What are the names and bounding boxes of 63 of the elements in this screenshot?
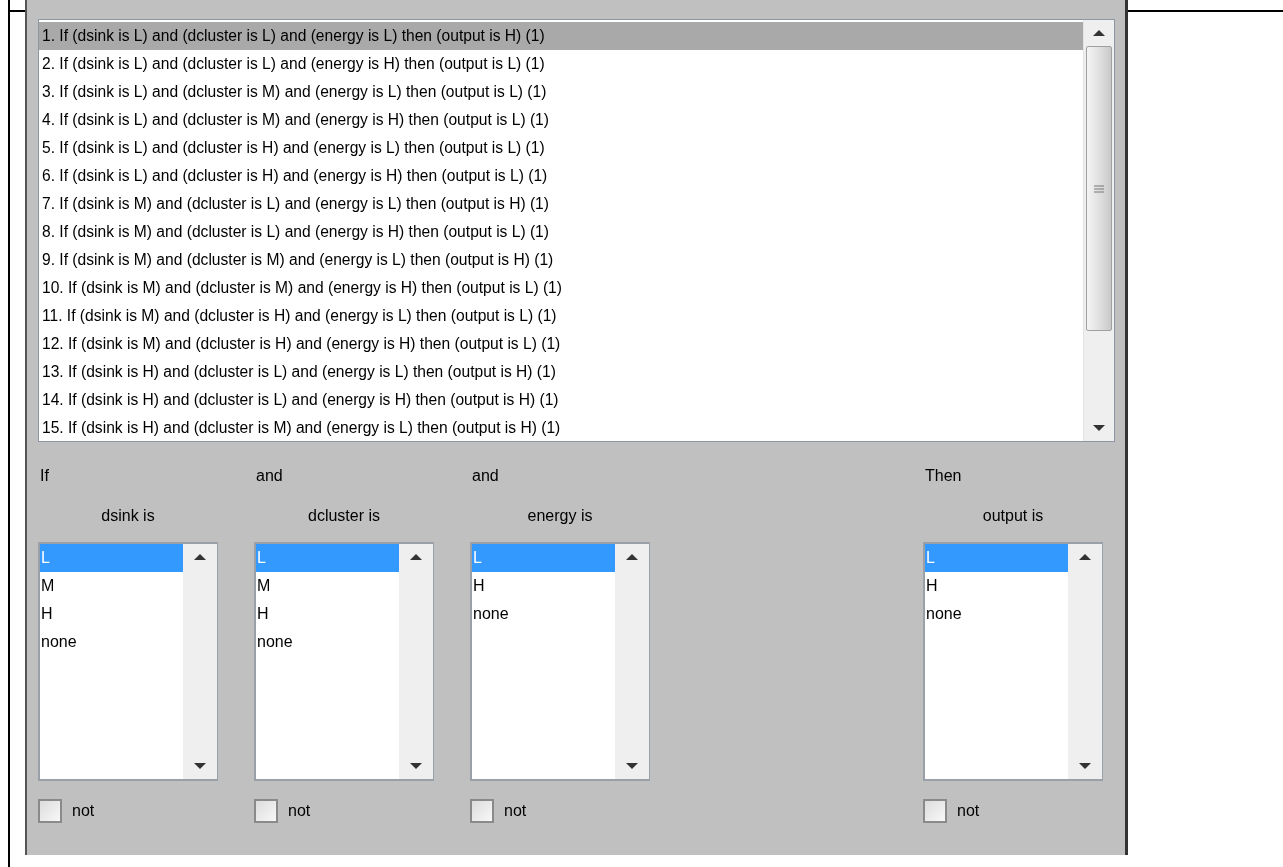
rule-item[interactable]: 8. If (dsink is M) and (dcluster is L) and (energy is H) then (output is L) (1) xyxy=(39,218,1083,246)
membership-list[interactable]: L M H none xyxy=(38,542,218,781)
list-option[interactable]: none xyxy=(40,628,183,656)
membership-list[interactable]: L H none xyxy=(470,542,650,781)
not-checkbox[interactable] xyxy=(470,799,494,823)
scroll-up-icon[interactable] xyxy=(626,554,638,560)
scroll-up-icon[interactable] xyxy=(1079,554,1091,560)
rule-item[interactable]: 4. If (dsink is L) and (dcluster is M) and (energy is H) then (output is L) (1) xyxy=(39,106,1083,134)
list-option[interactable]: none xyxy=(472,600,615,628)
list-option[interactable]: H xyxy=(40,600,183,628)
scroll-down-icon[interactable] xyxy=(1079,763,1091,769)
not-checkbox[interactable] xyxy=(923,799,947,823)
connector-label: Then xyxy=(924,466,963,486)
membership-list[interactable]: L M H none xyxy=(254,542,434,781)
rule-item[interactable]: 9. If (dsink is M) and (dcluster is M) and (energy is L) then (output is H) (1) xyxy=(39,246,1083,274)
variable-label: dcluster is xyxy=(307,506,381,526)
grip-icon xyxy=(1094,184,1104,193)
rule-item[interactable]: 1. If (dsink is L) and (dcluster is L) and (energy is L) then (output is H) (1) xyxy=(39,22,1083,50)
rule-item[interactable]: 15. If (dsink is H) and (dcluster is M) and (energy is L) then (output is H) (1) xyxy=(39,414,1083,441)
list-option[interactable]: H xyxy=(256,600,399,628)
list-option[interactable]: H xyxy=(925,572,1068,600)
not-checkbox[interactable] xyxy=(254,799,278,823)
rule-item[interactable]: 14. If (dsink is H) and (dcluster is L) and (energy is H) then (output is H) (1) xyxy=(39,386,1083,414)
scroll-thumb[interactable] xyxy=(1086,46,1112,331)
scrollbar[interactable] xyxy=(183,544,217,779)
scroll-up-icon[interactable] xyxy=(1093,30,1105,36)
connector-label: and xyxy=(471,466,500,486)
rule-item[interactable]: 5. If (dsink is L) and (dcluster is H) and (energy is L) then (output is L) (1) xyxy=(39,134,1083,162)
rule-item[interactable]: 3. If (dsink is L) and (dcluster is M) and (energy is L) then (output is L) (1) xyxy=(39,78,1083,106)
checkbox-label: not xyxy=(288,801,311,821)
scroll-up-icon[interactable] xyxy=(410,554,422,560)
variable-label: energy is xyxy=(526,506,594,526)
scrollbar[interactable] xyxy=(615,544,649,779)
rule-item[interactable]: 10. If (dsink is M) and (dcluster is M) and (energy is H) then (output is L) (1) xyxy=(39,274,1083,302)
rule-item[interactable]: 7. If (dsink is M) and (dcluster is L) and (energy is L) then (output is H) (1) xyxy=(39,190,1083,218)
rule-item[interactable]: 6. If (dsink is L) and (dcluster is H) and (energy is H) then (output is L) (1) xyxy=(39,162,1083,190)
scroll-up-icon[interactable] xyxy=(194,554,206,560)
list-option[interactable]: M xyxy=(40,572,183,600)
checkbox-label: not xyxy=(504,801,527,821)
variable-label: output is xyxy=(981,506,1045,526)
not-checkbox[interactable] xyxy=(38,799,62,823)
connector-label: and xyxy=(255,466,284,486)
scroll-down-icon[interactable] xyxy=(410,763,422,769)
checkbox-label: not xyxy=(72,801,95,821)
rule-item[interactable]: 12. If (dsink is M) and (dcluster is H) and (energy is H) then (output is L) (1) xyxy=(39,330,1083,358)
rule-item[interactable]: 2. If (dsink is L) and (dcluster is L) and (energy is H) then (output is L) (1) xyxy=(39,50,1083,78)
connector-label: If xyxy=(39,466,50,486)
membership-list[interactable]: L H none xyxy=(923,542,1103,781)
scrollbar[interactable] xyxy=(1083,20,1114,441)
list-option[interactable]: M xyxy=(256,572,399,600)
scroll-down-icon[interactable] xyxy=(194,763,206,769)
list-option[interactable]: none xyxy=(925,600,1068,628)
scroll-down-icon[interactable] xyxy=(626,763,638,769)
scrollbar[interactable] xyxy=(399,544,433,779)
scrollbar[interactable] xyxy=(1068,544,1102,779)
rule-item[interactable]: 11. If (dsink is M) and (dcluster is H) and (energy is L) then (output is L) (1) xyxy=(39,302,1083,330)
list-option[interactable]: H xyxy=(472,572,615,600)
checkbox-label: not xyxy=(957,801,980,821)
list-option[interactable]: none xyxy=(256,628,399,656)
scroll-down-icon[interactable] xyxy=(1093,425,1105,431)
rule-list[interactable] xyxy=(38,19,1115,442)
variable-label: dsink is xyxy=(100,506,156,526)
rule-item[interactable]: 13. If (dsink is H) and (dcluster is L) and (energy is L) then (output is H) (1) xyxy=(39,358,1083,386)
